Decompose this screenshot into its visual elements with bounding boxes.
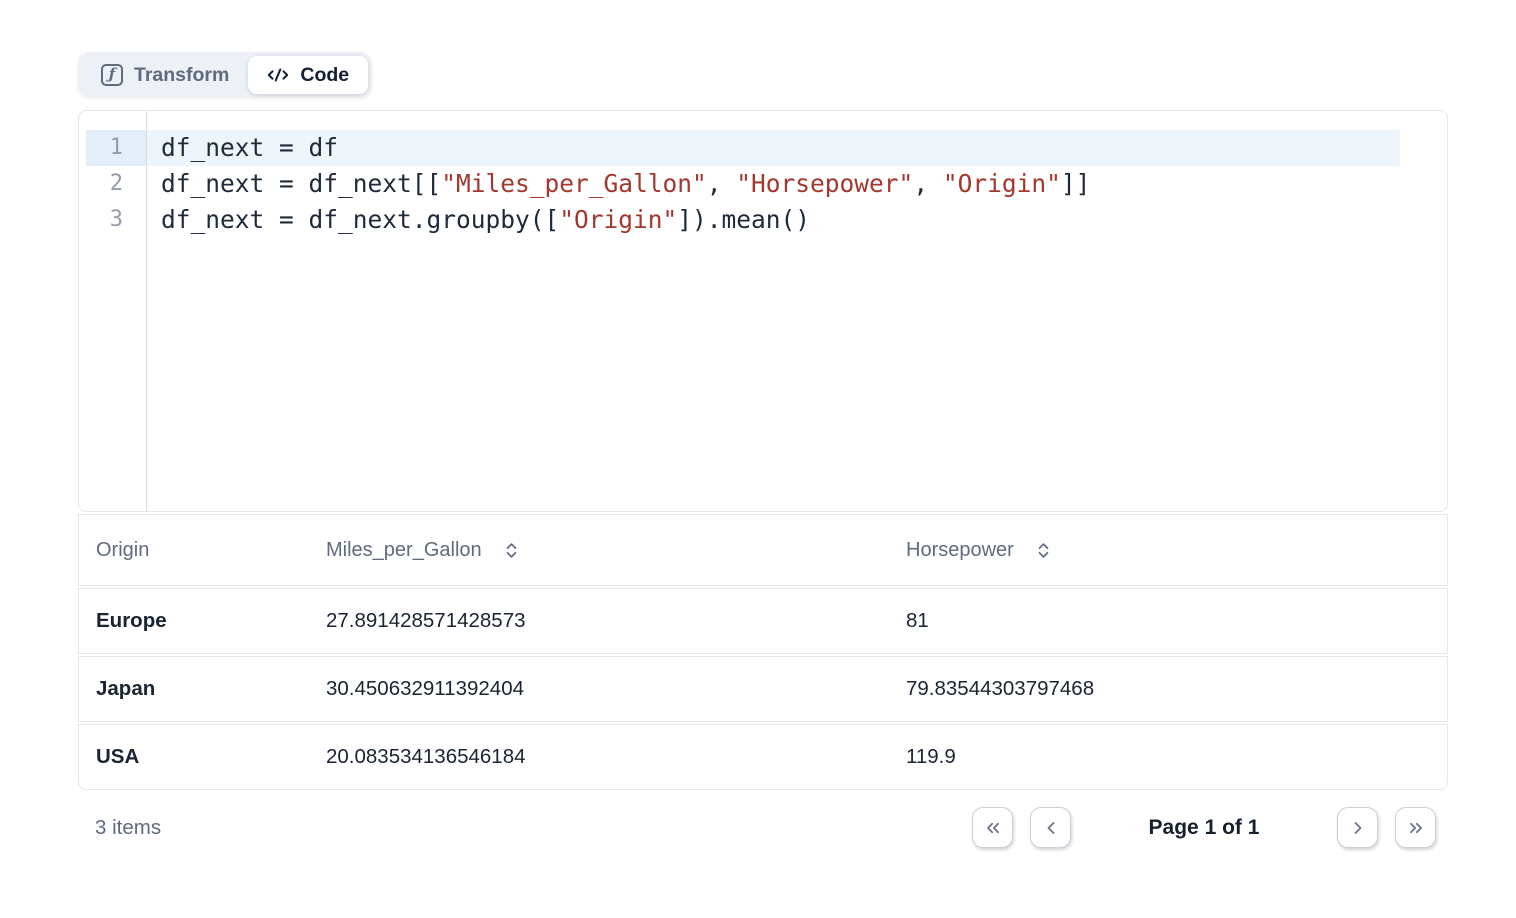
- chevrons-up-down-icon[interactable]: [502, 541, 521, 560]
- last-page-button[interactable]: [1395, 807, 1436, 848]
- tab-transform-label: Transform: [134, 64, 229, 87]
- column-header-horsepower[interactable]: Horsepower: [889, 539, 1447, 562]
- line-number: 3: [86, 202, 146, 238]
- code-line: 2 df_next = df_next[["Miles_per_Gallon",…: [86, 166, 1400, 202]
- code-text: df_next = df_next[["Miles_per_Gallon", "…: [146, 166, 1400, 202]
- code-lines: 1 df_next = df 2 df_next = df_next[["Mil…: [86, 111, 1400, 238]
- cell-miles-per-gallon: 30.450632911392404: [309, 677, 889, 701]
- code-text: df_next = df: [146, 130, 1400, 166]
- line-number: 1: [86, 130, 146, 166]
- line-number: 2: [86, 166, 146, 202]
- prev-page-button[interactable]: [1030, 807, 1071, 848]
- tab-code-label: Code: [300, 64, 349, 87]
- tab-transform[interactable]: ƒ Transform: [82, 56, 248, 94]
- function-square-icon: ƒ: [101, 64, 123, 86]
- table-header-row: Origin Miles_per_Gallon Horsepower: [78, 514, 1448, 586]
- code-line: 3 df_next = df_next.groupby(["Origin"]).…: [86, 202, 1400, 238]
- table-row[interactable]: USA 20.083534136546184 119.9: [78, 724, 1448, 790]
- cell-horsepower: 79.83544303797468: [889, 677, 1447, 701]
- first-page-button[interactable]: [972, 807, 1013, 848]
- column-header-miles-per-gallon[interactable]: Miles_per_Gallon: [309, 539, 889, 562]
- pagination-bar: 3 items Page 1 of 1: [78, 807, 1448, 848]
- chevron-right-icon: [1348, 818, 1368, 838]
- table-row[interactable]: Europe 27.891428571428573 81: [78, 588, 1448, 654]
- column-header-origin[interactable]: Origin: [79, 539, 309, 562]
- chevrons-right-icon: [1406, 818, 1426, 838]
- cell-horsepower: 119.9: [889, 745, 1447, 769]
- cell-origin: Japan: [79, 677, 309, 701]
- code-text: df_next = df_next.groupby(["Origin"]).me…: [146, 202, 1400, 238]
- cell-origin: Europe: [79, 609, 309, 633]
- view-tab-bar: ƒ Transform Code: [78, 52, 372, 98]
- cell-miles-per-gallon: 20.083534136546184: [309, 745, 889, 769]
- tab-code[interactable]: Code: [248, 56, 368, 94]
- cell-horsepower: 81: [889, 609, 1447, 633]
- cell-origin: USA: [79, 745, 309, 769]
- chevrons-up-down-icon[interactable]: [1034, 541, 1053, 560]
- cell-miles-per-gallon: 27.891428571428573: [309, 609, 889, 633]
- code-icon: [267, 64, 289, 86]
- code-line: 1 df_next = df: [86, 130, 1400, 166]
- page-indicator: Page 1 of 1: [1088, 816, 1320, 840]
- dataframe-transform-panel: ƒ Transform Code 1 df_next = df 2 df_nex…: [0, 0, 1516, 848]
- code-editor[interactable]: 1 df_next = df 2 df_next = df_next[["Mil…: [78, 110, 1448, 512]
- chevrons-left-icon: [983, 818, 1003, 838]
- column-label: Origin: [96, 539, 149, 562]
- column-label: Horsepower: [906, 539, 1014, 562]
- table-row[interactable]: Japan 30.450632911392404 79.835443037974…: [78, 656, 1448, 722]
- pager-controls: Page 1 of 1: [972, 807, 1436, 848]
- gutter-separator: [146, 111, 147, 511]
- next-page-button[interactable]: [1337, 807, 1378, 848]
- items-count: 3 items: [78, 816, 972, 840]
- table-body: Europe 27.891428571428573 81 Japan 30.45…: [78, 588, 1448, 790]
- chevron-left-icon: [1041, 818, 1061, 838]
- column-label: Miles_per_Gallon: [326, 539, 482, 562]
- result-table: Origin Miles_per_Gallon Horsepower: [78, 514, 1448, 790]
